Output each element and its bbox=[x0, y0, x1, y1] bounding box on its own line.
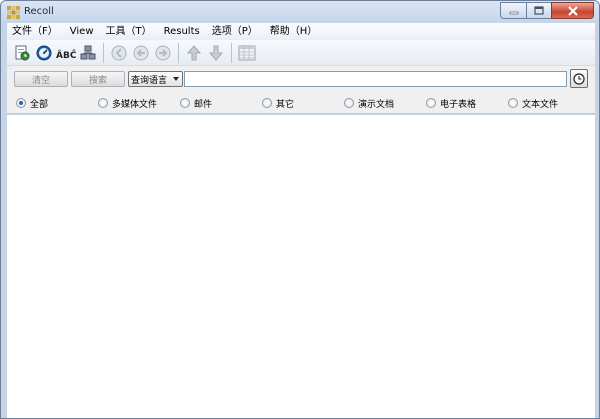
window-title: Recoll bbox=[24, 6, 54, 17]
table-view-button[interactable] bbox=[236, 42, 258, 64]
history-button[interactable] bbox=[11, 42, 33, 64]
clear-button[interactable]: 清空 bbox=[14, 71, 68, 87]
search-input[interactable] bbox=[184, 71, 567, 87]
previous-page-icon bbox=[133, 45, 149, 60]
index-status-icon bbox=[80, 45, 96, 59]
close-icon bbox=[567, 5, 578, 16]
menu-file[interactable]: 文件（F） bbox=[7, 23, 64, 40]
search-bar: 清空 搜索 查询语言 bbox=[7, 66, 595, 92]
first-page-button[interactable] bbox=[108, 42, 130, 64]
menu-options[interactable]: 选项（P） bbox=[206, 23, 264, 40]
query-language-value: 查询语言 bbox=[131, 75, 168, 86]
radio-button[interactable] bbox=[262, 98, 272, 108]
category-label: 多媒体文件 bbox=[112, 99, 158, 110]
category-presentation[interactable]: 演示文档 bbox=[344, 97, 395, 110]
radio-button[interactable] bbox=[344, 98, 354, 108]
maximize-button[interactable] bbox=[526, 2, 551, 19]
radio-button[interactable] bbox=[98, 98, 108, 108]
menu-view[interactable]: View bbox=[64, 23, 100, 40]
category-label: 文本文件 bbox=[522, 99, 559, 110]
category-label: 电子表格 bbox=[440, 99, 477, 110]
window-controls bbox=[500, 2, 594, 20]
radio-button[interactable] bbox=[508, 98, 518, 108]
sort-up-button[interactable] bbox=[183, 42, 205, 64]
category-media[interactable]: 多媒体文件 bbox=[98, 97, 158, 110]
document-history-icon bbox=[15, 45, 30, 60]
app-window: Recoll 文件（F） View 工具（T） Results 选项（P） 帮助… bbox=[0, 0, 600, 419]
close-button[interactable] bbox=[551, 2, 594, 19]
category-label: 邮件 bbox=[194, 99, 213, 110]
category-filter: 全部 多媒体文件 邮件 其它 演示文档 电子表格 文本文件 bbox=[7, 92, 595, 114]
results-list[interactable] bbox=[7, 115, 595, 418]
recoll-app-icon bbox=[7, 6, 20, 19]
category-all[interactable]: 全部 bbox=[16, 97, 49, 110]
sort-down-icon bbox=[208, 45, 224, 61]
category-label: 全部 bbox=[30, 99, 49, 110]
title-bar[interactable]: Recoll bbox=[1, 1, 599, 23]
sort-up-icon bbox=[186, 44, 202, 60]
menu-bar: 文件（F） View 工具（T） Results 选项（P） 帮助（H） bbox=[7, 23, 595, 40]
minimize-button[interactable] bbox=[500, 2, 526, 19]
radio-button[interactable] bbox=[426, 98, 436, 108]
maximize-icon bbox=[534, 6, 544, 15]
search-button[interactable]: 搜索 bbox=[71, 71, 125, 87]
query-history-button[interactable] bbox=[570, 69, 588, 88]
toolbar-separator bbox=[178, 42, 179, 63]
previous-page-button[interactable] bbox=[130, 42, 152, 64]
table-view-icon bbox=[238, 45, 256, 60]
toolbar-separator bbox=[231, 42, 232, 63]
advanced-search-button[interactable] bbox=[33, 42, 55, 64]
category-label: 其它 bbox=[276, 99, 295, 110]
clock-icon bbox=[573, 72, 585, 85]
index-config-button[interactable] bbox=[77, 42, 99, 64]
radio-button[interactable] bbox=[180, 98, 190, 108]
sort-down-button[interactable] bbox=[205, 42, 227, 64]
spelling-abc-icon: ÂBĈ bbox=[56, 49, 76, 61]
chevron-down-icon bbox=[173, 77, 179, 81]
menu-results[interactable]: Results bbox=[158, 23, 206, 40]
category-mail[interactable]: 邮件 bbox=[180, 97, 213, 110]
next-page-icon bbox=[155, 45, 171, 60]
category-label: 演示文档 bbox=[358, 99, 395, 110]
svg-text:ÂBĈ: ÂBĈ bbox=[56, 49, 76, 61]
category-text[interactable]: 文本文件 bbox=[508, 97, 559, 110]
menu-tools[interactable]: 工具（T） bbox=[100, 23, 158, 40]
query-language-select[interactable]: 查询语言 bbox=[128, 71, 183, 87]
first-page-icon bbox=[111, 45, 127, 60]
spelling-button[interactable]: ÂBĈ bbox=[55, 42, 77, 64]
menu-help[interactable]: 帮助（H） bbox=[264, 23, 324, 40]
category-spreadsheet[interactable]: 电子表格 bbox=[426, 97, 477, 110]
next-page-button[interactable] bbox=[152, 42, 174, 64]
radio-button-checked[interactable] bbox=[16, 98, 26, 108]
minimize-icon bbox=[509, 11, 518, 14]
query-dialog-icon bbox=[36, 45, 52, 60]
toolbar: ÂBĈ bbox=[7, 40, 595, 66]
toolbar-separator bbox=[103, 42, 104, 63]
category-other[interactable]: 其它 bbox=[262, 97, 295, 110]
